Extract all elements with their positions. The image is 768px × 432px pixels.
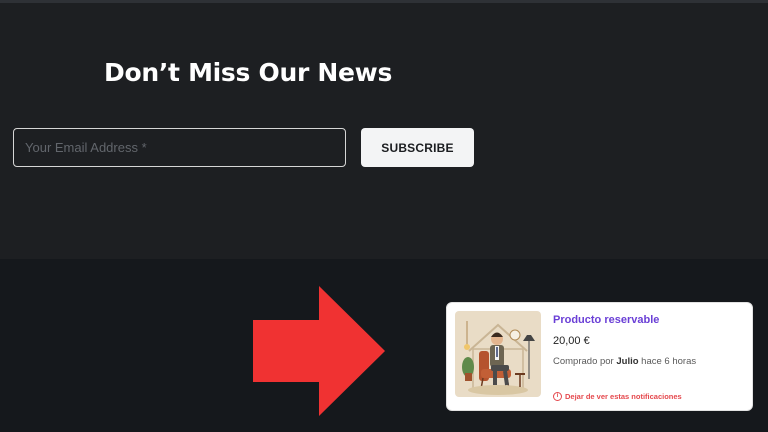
product-image[interactable]: [455, 311, 541, 397]
product-price: 20,00 €: [553, 335, 590, 347]
product-name-link[interactable]: Producto reservable: [553, 314, 659, 326]
email-input[interactable]: [13, 128, 346, 167]
right-arrow-icon: [253, 286, 385, 416]
purchase-notification[interactable]: Producto reservable 20,00 € Comprado por…: [446, 302, 753, 411]
dismiss-notifications-link[interactable]: i Dejar de ver estas notificaciones: [553, 392, 682, 401]
dismiss-label: Dejar de ver estas notificaciones: [565, 392, 682, 401]
info-icon: i: [553, 392, 562, 401]
newsletter-title: Don’t Miss Our News: [104, 58, 393, 87]
purchase-time: hace 6 horas: [638, 356, 697, 367]
product-illustration-image: [455, 311, 541, 397]
purchase-info: Comprado por Julio hace 6 horas: [553, 356, 696, 367]
buyer-name: Julio: [616, 356, 639, 367]
subscribe-button[interactable]: SUBSCRIBE: [361, 128, 474, 167]
purchase-prefix: Comprado por: [553, 356, 617, 367]
